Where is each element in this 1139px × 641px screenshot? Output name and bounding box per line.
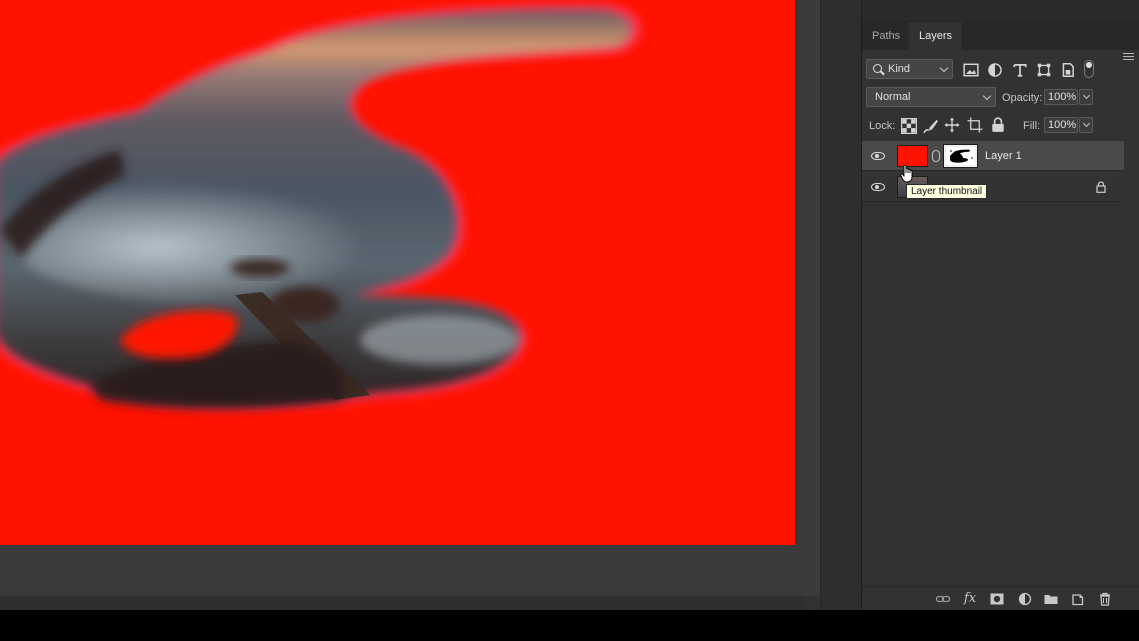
fill-input[interactable]: 100% (1044, 117, 1078, 133)
mask-shape-graphic (950, 149, 973, 163)
layers-panel: Paths Layers Kind Normal Opacity: 100% L… (861, 0, 1139, 610)
new-group-icon[interactable] (1043, 591, 1059, 607)
chevron-down-icon (982, 91, 992, 101)
lock-icon (1096, 181, 1106, 193)
masked-photo (0, 3, 642, 410)
panel-dock-gutter (820, 0, 861, 610)
lock-all-icon[interactable] (990, 117, 1006, 133)
lock-artboard-icon[interactable] (967, 117, 983, 133)
opacity-label: Opacity: (1002, 92, 1043, 104)
filter-kind-select[interactable]: Kind (866, 59, 953, 79)
eye-icon[interactable] (871, 183, 885, 191)
fill-label: Fill: (1023, 120, 1041, 132)
screen-bottom-bar (0, 610, 1139, 641)
panel-header-strip (862, 0, 1139, 22)
image-filter-icon[interactable] (963, 62, 979, 78)
chevron-down-icon (939, 63, 949, 73)
tab-layers[interactable]: Layers (909, 22, 963, 50)
lock-label: Lock: (869, 120, 896, 132)
filter-kind-label: Kind (888, 63, 911, 75)
fill-slider-dropdown[interactable] (1079, 117, 1093, 133)
opacity-input[interactable]: 100% (1044, 89, 1078, 105)
blend-mode-select[interactable]: Normal (866, 87, 996, 107)
layer-name[interactable]: Layer 1 (985, 150, 1022, 162)
chevron-down-icon (1082, 91, 1091, 100)
document-canvas[interactable] (0, 0, 795, 545)
panel-tabs: Paths Layers (862, 22, 1139, 60)
fill-value: 100% (1048, 119, 1077, 131)
horizontal-scrollbar[interactable] (0, 596, 803, 610)
scroll-corner (803, 596, 820, 610)
layer-mask-thumbnail[interactable] (943, 144, 978, 168)
lock-transparent-icon[interactable] (901, 118, 917, 134)
chevron-down-icon (1082, 119, 1091, 128)
lock-position-icon[interactable] (944, 117, 960, 133)
panel-menu-icon[interactable] (1123, 53, 1134, 62)
new-adjustment-icon[interactable] (1017, 591, 1033, 607)
eye-icon[interactable] (871, 152, 885, 160)
search-icon (873, 64, 882, 73)
smart-object-filter-icon[interactable] (1060, 62, 1076, 78)
layers-panel-toolbar: fx (862, 586, 1139, 610)
blend-mode-value: Normal (875, 91, 911, 103)
add-mask-icon[interactable] (989, 591, 1005, 607)
trash-icon[interactable] (1097, 591, 1113, 607)
fx-icon[interactable]: fx (962, 591, 978, 607)
filter-toggle-switch[interactable] (1084, 60, 1094, 78)
opacity-value: 100% (1048, 91, 1077, 103)
type-filter-icon[interactable] (1012, 62, 1028, 78)
vertical-scrollbar[interactable] (803, 0, 820, 596)
mask-link-icon[interactable] (932, 150, 940, 162)
new-layer-icon[interactable] (1070, 591, 1086, 607)
adjustment-filter-icon[interactable] (987, 62, 1003, 78)
hand-cursor-icon (900, 164, 913, 183)
document-workspace[interactable] (0, 0, 803, 610)
tooltip-layer-thumbnail: Layer thumbnail (906, 184, 988, 199)
shape-filter-icon[interactable] (1036, 62, 1052, 78)
link-layers-icon[interactable] (935, 591, 951, 607)
scrollbar-thumb[interactable] (803, 0, 820, 596)
lock-image-icon[interactable] (923, 118, 939, 134)
tab-paths[interactable]: Paths (862, 22, 910, 50)
opacity-slider-dropdown[interactable] (1079, 89, 1093, 105)
